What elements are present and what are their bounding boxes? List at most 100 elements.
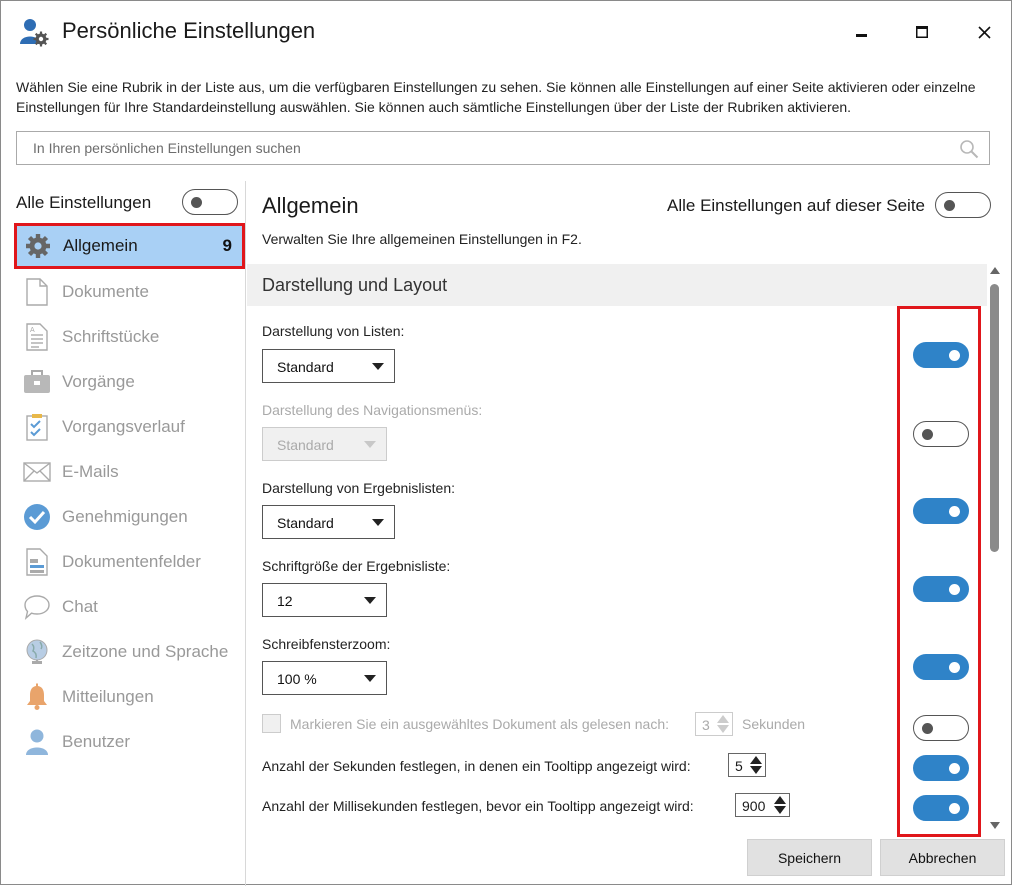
intro-description: Wählen Sie eine Rubrik in der Liste aus,…: [16, 79, 976, 115]
envelope-icon: [22, 457, 52, 487]
sidebar-item-label: Zeitzone und Sprache: [62, 642, 229, 661]
setting-label: Darstellung von Ergebnislisten:: [262, 480, 455, 496]
setting-label: Schreibfensterzoom:: [262, 636, 391, 652]
sidebar-item-zeitzone[interactable]: Zeitzone und Sprache: [16, 631, 244, 673]
settings-count-badge: 9: [222, 236, 232, 255]
scroll-up-icon[interactable]: [990, 267, 1000, 274]
setting-label: Darstellung des Navigationsmenüs:: [262, 402, 483, 418]
setting-label: Schriftgröße der Ergebnisliste:: [262, 558, 451, 574]
editor-zoom-dropdown[interactable]: 100 %: [262, 661, 387, 695]
dropdown-arrow-icon: [364, 597, 376, 604]
mark-read-seconds-stepper[interactable]: 3: [695, 712, 733, 736]
all-settings-toggle[interactable]: [182, 189, 238, 215]
clipboard-check-icon: [22, 412, 52, 442]
stepper-arrows-icon[interactable]: [773, 795, 787, 815]
sidebar-item-label: Dokumente: [62, 282, 149, 301]
text-document-icon: A: [22, 322, 52, 352]
user-icon: [22, 727, 52, 757]
dropdown-value: Standard: [277, 437, 334, 453]
dropdown-value: 100 %: [277, 671, 317, 687]
sidebar-item-allgemein[interactable]: Allgemein 9: [14, 223, 245, 269]
all-settings-label: Alle Einstellungen: [16, 193, 152, 212]
tooltip-ms-stepper[interactable]: 900: [735, 793, 790, 817]
stepper-value: 900: [742, 798, 766, 814]
toggles-highlight-frame: [897, 306, 981, 837]
mark-read-label: Markieren Sie ein ausgewähltes Dokument …: [290, 716, 669, 732]
cancel-button[interactable]: Abbrechen: [880, 839, 1005, 876]
sidebar-item-label: Vorgänge: [62, 372, 135, 391]
sidebar-item-label: Benutzer: [62, 732, 131, 751]
scrollbar-thumb[interactable]: [990, 284, 999, 552]
settings-window: Persönliche Einstellungen Wählen Sie ein…: [0, 0, 1012, 886]
page-title: Allgemein: [262, 193, 359, 218]
list-display-dropdown[interactable]: Standard: [262, 349, 395, 383]
sidebar-item-genehmigungen[interactable]: Genehmigungen: [16, 496, 244, 538]
stepper-arrows-icon[interactable]: [749, 755, 763, 775]
sidebar-item-benutzer[interactable]: Benutzer: [16, 721, 244, 763]
content-scrollbar[interactable]: [986, 264, 1004, 832]
save-button[interactable]: Speichern: [747, 839, 872, 876]
stepper-value: 5: [735, 758, 743, 774]
sidebar-item-dokumentenfelder[interactable]: Dokumentenfelder: [16, 541, 244, 583]
sidebar-item-label: E-Mails: [62, 462, 119, 481]
dropdown-value: Standard: [277, 359, 334, 375]
dropdown-value: Standard: [277, 515, 334, 531]
section-title: Darstellung und Layout: [262, 275, 448, 295]
minimize-icon[interactable]: [847, 17, 877, 47]
chat-bubble-icon: [22, 592, 52, 622]
page-all-settings-toggle[interactable]: [935, 192, 991, 218]
mark-read-checkbox[interactable]: [262, 714, 281, 733]
sidebar-item-mitteilungen[interactable]: Mitteilungen: [16, 676, 244, 718]
section-header: Darstellung und Layout: [247, 264, 987, 306]
toggle-knob: [944, 200, 955, 211]
document-icon: [22, 277, 52, 307]
category-sidebar: Alle Einstellungen Allgemein 9 Dokumente…: [1, 181, 246, 886]
tooltip-ms-label: Anzahl der Millisekunden festlegen, bevo…: [262, 798, 694, 814]
search-icon[interactable]: [959, 139, 979, 164]
sidebar-item-label: Chat: [62, 597, 98, 616]
dropdown-arrow-icon: [364, 441, 376, 448]
sidebar-item-label: Genehmigungen: [62, 507, 188, 526]
scroll-down-icon[interactable]: [990, 822, 1000, 829]
globe-icon: [22, 637, 52, 667]
sidebar-item-label: Vorgangsverlauf: [62, 417, 185, 436]
mark-read-unit: Sekunden: [742, 716, 806, 732]
sidebar-item-label: Schriftstücke: [62, 327, 160, 346]
sidebar-item-label: Mitteilungen: [62, 687, 154, 706]
dropdown-arrow-icon: [364, 675, 376, 682]
setting-label: Darstellung von Listen:: [262, 323, 405, 339]
result-list-display-dropdown[interactable]: Standard: [262, 505, 395, 539]
sidebar-item-schriftstuecke[interactable]: A Schriftstücke: [16, 316, 244, 358]
form-fields-icon: [22, 547, 52, 577]
briefcase-icon: [22, 367, 52, 397]
sidebar-item-label: Allgemein: [63, 236, 138, 255]
stepper-arrows-icon[interactable]: [716, 714, 730, 734]
title-bar: Persönliche Einstellungen: [1, 1, 1011, 63]
sidebar-item-emails[interactable]: E-Mails: [16, 451, 244, 493]
sidebar-item-dokumente[interactable]: Dokumente: [16, 271, 244, 313]
tooltip-seconds-label: Anzahl der Sekunden festlegen, in denen …: [262, 758, 691, 774]
svg-text:A: A: [30, 327, 35, 334]
sidebar-item-chat[interactable]: Chat: [16, 586, 244, 628]
sidebar-item-label: Dokumentenfelder: [62, 552, 201, 571]
close-icon[interactable]: [969, 17, 999, 47]
user-settings-icon: [19, 17, 49, 47]
nav-menu-display-dropdown[interactable]: Standard: [262, 427, 387, 461]
check-circle-icon: [22, 502, 52, 532]
result-font-size-dropdown[interactable]: 12: [262, 583, 387, 617]
page-subtitle: Verwalten Sie Ihre allgemeinen Einstellu…: [262, 231, 582, 247]
window-title: Persönliche Einstellungen: [62, 18, 316, 43]
gear-icon: [23, 231, 53, 261]
dropdown-value: 12: [277, 593, 293, 609]
page-all-settings-label: Alle Einstellungen auf dieser Seite: [667, 196, 925, 215]
search-input[interactable]: [17, 132, 937, 164]
dropdown-arrow-icon: [372, 519, 384, 526]
sidebar-item-vorgaenge[interactable]: Vorgänge: [16, 361, 244, 403]
dropdown-arrow-icon: [372, 363, 384, 370]
settings-search: [16, 131, 990, 165]
toggle-knob: [191, 197, 202, 208]
bell-icon: [22, 682, 52, 712]
maximize-icon[interactable]: [907, 17, 937, 47]
tooltip-seconds-stepper[interactable]: 5: [728, 753, 766, 777]
sidebar-item-vorgangsverlauf[interactable]: Vorgangsverlauf: [16, 406, 244, 448]
